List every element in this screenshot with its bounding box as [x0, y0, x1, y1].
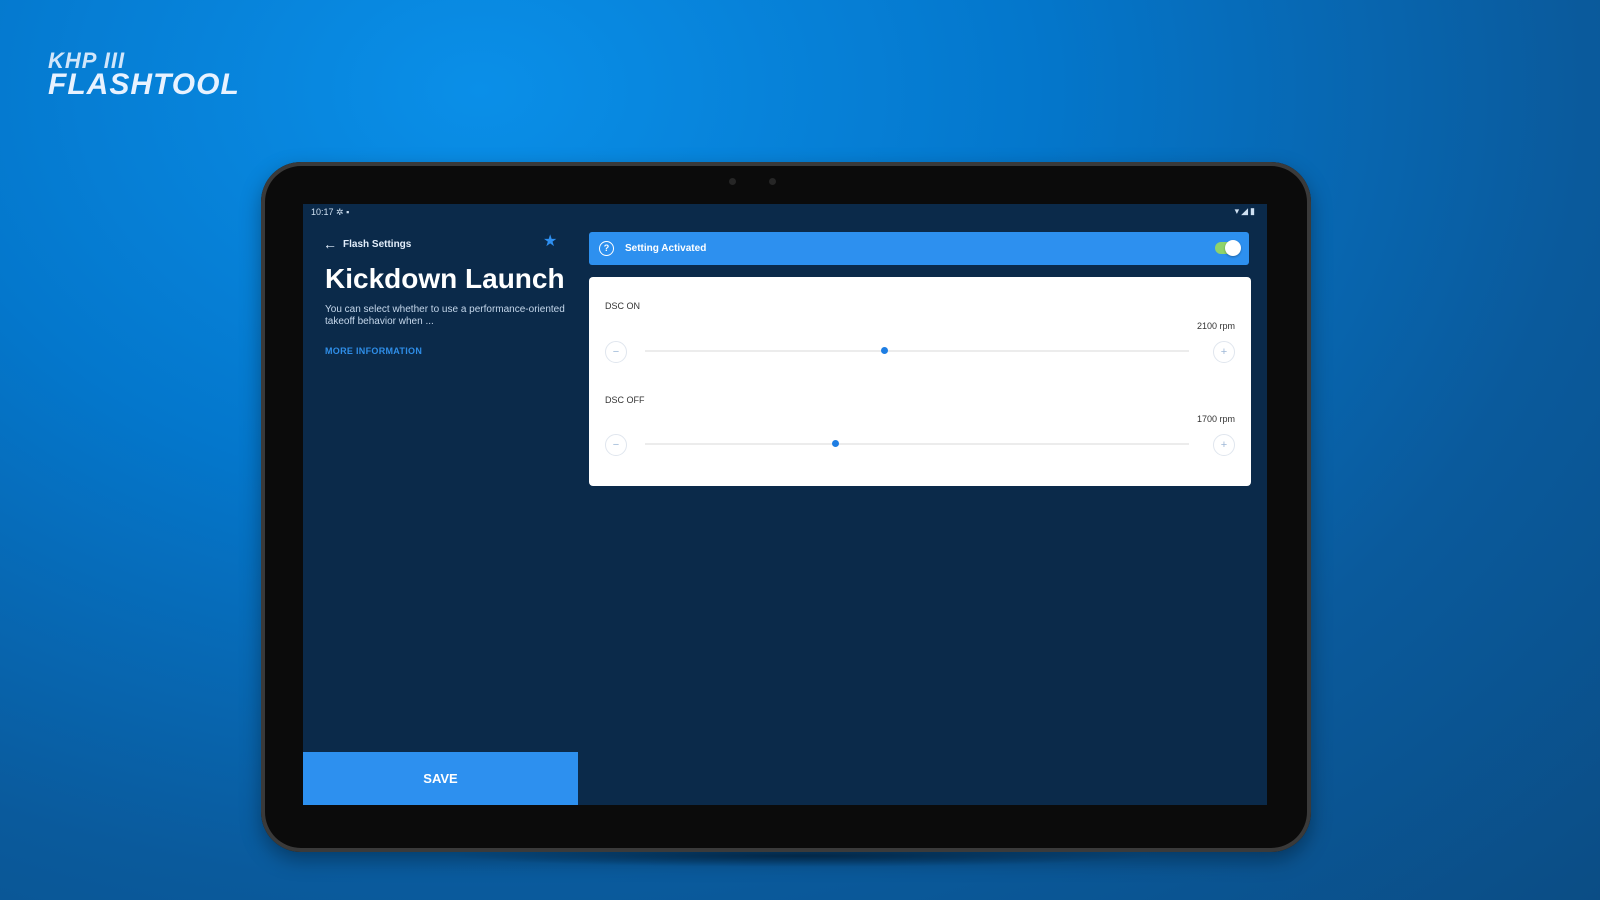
- dsc-off-slider-thumb[interactable]: [832, 440, 840, 447]
- page-title: Kickdown Launch: [325, 263, 565, 294]
- dsc-on-label: DSC ON: [605, 301, 641, 311]
- flashtool-logo: KHP III FLASHTOOL: [48, 50, 240, 100]
- back-nav[interactable]: ← Flash Settings: [323, 236, 411, 252]
- logo-main-text: FLASHTOOL: [48, 68, 240, 101]
- dsc-on-slider[interactable]: [645, 347, 1189, 354]
- page-description: You can select whether to use a performa…: [325, 304, 565, 327]
- status-left-icons: ✲ ▪: [336, 207, 350, 217]
- setting-activated-label: Setting Activated: [625, 243, 707, 254]
- dsc-on-value: 2100 rpm: [1196, 321, 1235, 331]
- logo-top-text: KHP III: [48, 48, 126, 73]
- dsc-on-increase-icon[interactable]: +: [1213, 341, 1235, 363]
- app-screen: 10:17 ✲ ▪ ▾◢▮ ← Flash Settings ★ Kickdow…: [303, 204, 1267, 805]
- favorite-star-icon[interactable]: ★: [543, 231, 557, 251]
- activation-toggle[interactable]: [1215, 240, 1241, 256]
- dsc-on-decrease-icon[interactable]: −: [605, 341, 627, 363]
- dsc-off-value: 1700 rpm: [1196, 414, 1235, 424]
- dsc-off-increase-icon[interactable]: +: [1213, 434, 1235, 456]
- more-information-link[interactable]: MORE INFORMATION: [325, 346, 422, 356]
- status-bar: 10:17 ✲ ▪ ▾◢▮: [303, 204, 1267, 220]
- dsc-off-label: DSC OFF: [605, 395, 645, 405]
- rpm-settings-card: DSC ON 2100 rpm − + DSC OFF 1700 rpm − +: [589, 277, 1251, 486]
- camera-dot: [729, 178, 736, 185]
- settings-info-panel: ← Flash Settings ★ Kickdown Launch You c…: [303, 220, 578, 805]
- camera-dot: [769, 178, 776, 185]
- dsc-off-slider[interactable]: [645, 440, 1189, 447]
- back-arrow-icon[interactable]: ←: [323, 236, 337, 252]
- status-icons: ▾◢▮: [1234, 206, 1257, 216]
- toggle-knob: [1225, 240, 1241, 256]
- tablet-device: 10:17 ✲ ▪ ▾◢▮ ← Flash Settings ★ Kickdow…: [261, 162, 1311, 852]
- dsc-off-decrease-icon[interactable]: −: [605, 434, 627, 456]
- setting-activated-bar: ? Setting Activated: [589, 232, 1249, 265]
- info-icon[interactable]: ?: [599, 241, 614, 256]
- dsc-on-slider-thumb[interactable]: [881, 347, 889, 354]
- back-nav-label: Flash Settings: [343, 238, 412, 250]
- save-button[interactable]: SAVE: [303, 752, 578, 805]
- status-time: 10:17 ✲ ▪: [311, 207, 350, 217]
